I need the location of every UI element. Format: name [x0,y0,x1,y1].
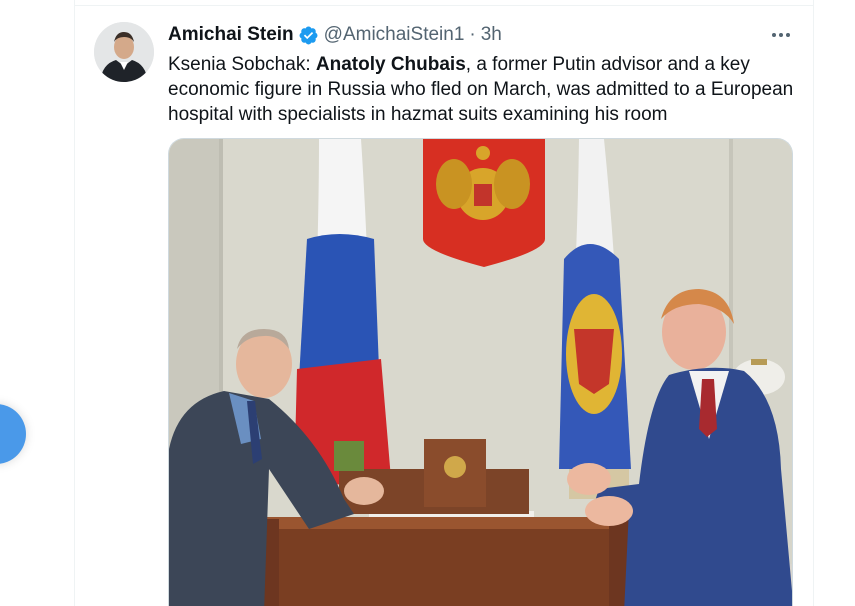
author-handle[interactable]: @AmichaiStein1 [324,24,465,46]
avatar[interactable] [94,22,154,82]
tweet-text-prefix: Ksenia Sobchak: [168,54,316,75]
tweet-timestamp[interactable]: 3h [481,24,502,46]
column-border-right [813,0,814,606]
more-options-icon[interactable] [767,24,795,46]
author-display-name[interactable]: Amichai Stein [168,24,294,46]
tweet-text: Ksenia Sobchak: Anatoly Chubais, a forme… [168,52,798,127]
compose-tweet-button[interactable] [0,404,26,464]
tweet[interactable]: Amichai Stein @AmichaiStein1 · 3h Ksenia… [75,6,813,606]
tweet-text-bold: Anatoly Chubais [315,54,466,75]
left-navigation-rail [0,0,74,606]
tweet-header: Amichai Stein @AmichaiStein1 · 3h [168,22,502,48]
separator-dot: · [469,24,476,45]
tweet-photo[interactable] [168,138,793,606]
verified-badge-icon [298,25,319,46]
